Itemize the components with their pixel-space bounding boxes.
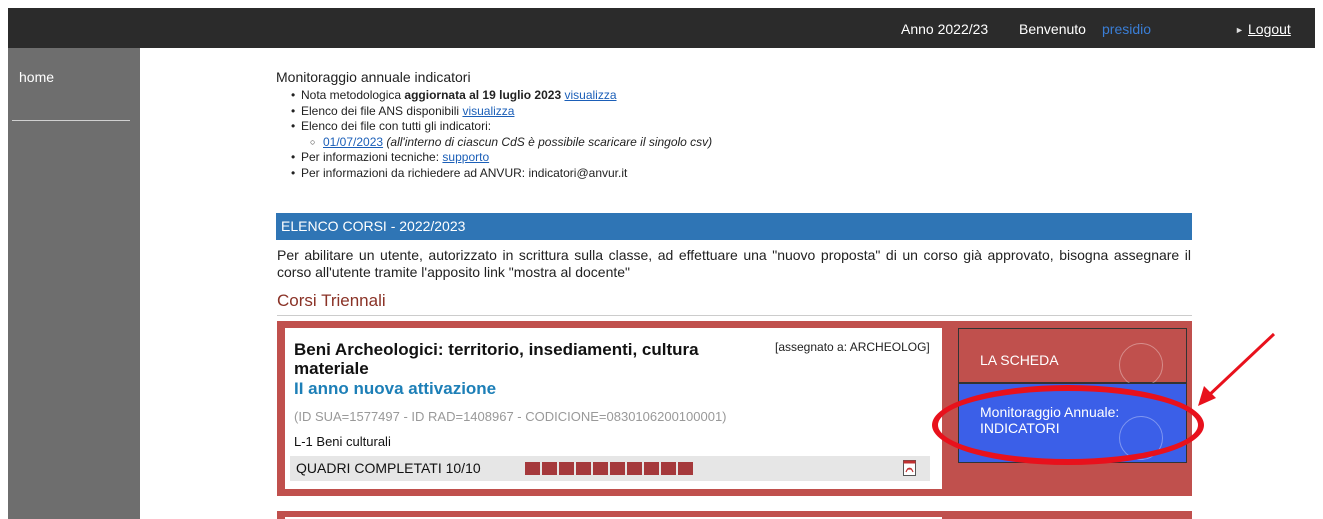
list-item: Per informazioni da richiedere ad ANVUR:… [276,166,976,182]
quadro-block [661,462,676,475]
academic-year: Anno 2022/23 [901,21,989,37]
assigned-to: [assegnato a: ARCHEOLOG] [775,340,930,354]
quadri-progress [525,462,693,475]
quadro-block [576,462,591,475]
support-link[interactable]: supporto [442,150,489,164]
course-info: Beni Archeologici: territorio, insediame… [285,328,942,489]
course-subtitle: II anno nuova attivazione [294,379,497,398]
course-card [277,511,1192,519]
notice-text: Per abilitare un utente, autorizzato in … [277,247,1191,280]
quadro-block [644,462,659,475]
section-header: ELENCO CORSI - 2022/2023 [276,213,1192,240]
monitoraggio-annuale-button[interactable]: Monitoraggio Annuale: INDICATORI [958,383,1187,463]
course-ids: (ID SUA=1577497 - ID RAD=1408967 - CODIC… [294,409,727,424]
annotation-arrow-icon [1198,332,1276,406]
sidebar-item-home[interactable]: home [19,69,54,85]
intro-title: Monitoraggio annuale indicatori [276,69,471,85]
course-class: L-1 Beni culturali [294,434,391,449]
pdf-icon[interactable] [902,459,918,477]
list-item: Per informazioni tecniche: supporto [276,150,976,166]
list-item: Elenco dei file con tutti gli indicatori… [276,119,976,135]
course-title: Beni Archeologici: territorio, insediame… [294,340,699,378]
sua-logo-icon [1119,416,1163,460]
logout-link[interactable]: Logout [1248,21,1291,37]
ans-files-link[interactable]: visualizza [462,104,514,118]
group-divider [277,315,1192,316]
la-scheda-label: LA SCHEDA [980,352,1059,368]
sidebar-divider [12,120,130,121]
group-title: Corsi Triennali [277,291,386,310]
quadro-block [678,462,693,475]
intro-list: Nota metodologica aggiornata al 19 lugli… [276,88,976,182]
sua-logo-icon [1119,343,1163,387]
quadri-status: QUADRI COMPLETATI 10/10 [290,456,930,481]
course-card: Beni Archeologici: territorio, insediame… [277,321,1192,496]
quadro-block [525,462,540,475]
list-item: Nota metodologica aggiornata al 19 lugli… [276,88,976,104]
triangle-right-icon: ► [1235,25,1244,35]
top-bar: Anno 2022/23 Benvenuto presidio ► Logout [8,8,1315,48]
nota-metodologica-link[interactable]: visualizza [564,88,616,102]
sidebar: home [8,48,140,519]
quadri-label: QUADRI COMPLETATI 10/10 [296,460,481,476]
la-scheda-button[interactable]: LA SCHEDA [958,328,1187,387]
quadro-block [542,462,557,475]
indicators-date-link[interactable]: 01/07/2023 [323,135,383,149]
list-subitem: 01/07/2023 (all'interno di ciascun CdS è… [276,135,976,151]
quadro-block [593,462,608,475]
welcome-text: Benvenuto [1019,21,1086,37]
quadro-block [610,462,625,475]
list-item: Elenco dei file ANS disponibili visualiz… [276,104,976,120]
quadro-block [627,462,642,475]
quadro-block [559,462,574,475]
username: presidio [1102,21,1152,37]
